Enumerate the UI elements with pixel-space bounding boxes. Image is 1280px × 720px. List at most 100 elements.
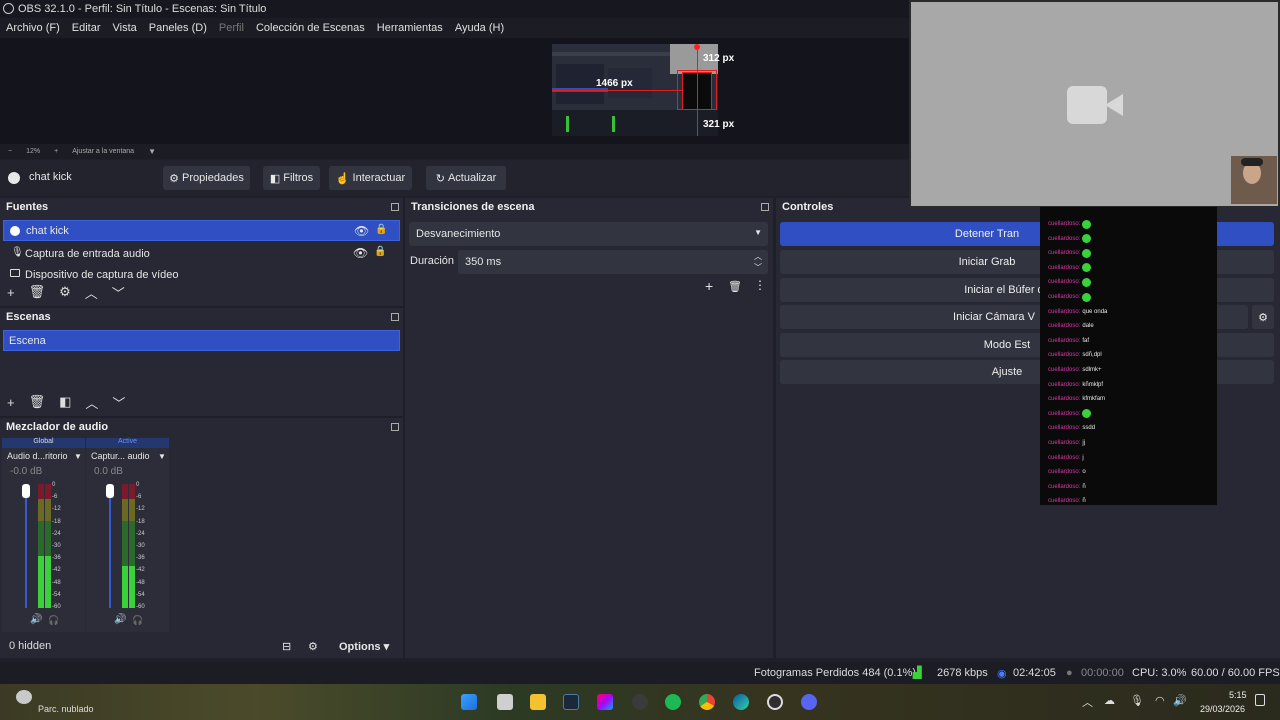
chat-username: cuellardoso: [1048,235,1081,242]
refresh-button[interactable]: ↻ Actualizar [426,166,506,190]
channel-name[interactable]: Audio d...ritorio [7,451,68,461]
zoom-out-button[interactable]: − [8,148,12,155]
add-scene-button[interactable]: + [7,395,15,410]
wifi-icon[interactable]: ◠ [1155,694,1165,707]
chevron-up-icon[interactable]: ︿ [754,251,762,262]
windows-start-icon[interactable] [461,694,477,710]
emote-icon [1082,234,1092,244]
gear-icon[interactable]: ⚙ [59,284,71,300]
spotify-icon[interactable] [665,694,681,710]
volume-slider[interactable] [109,484,111,608]
chat-username: cuellardoso: [1048,264,1081,271]
cloud-icon[interactable]: ☁ [1104,694,1115,707]
task-view-icon[interactable] [497,694,513,710]
layout-icon[interactable]: ⊟ [282,640,291,653]
resize-handle[interactable] [694,44,700,50]
chat-text: faf [1082,337,1090,344]
volume-icon[interactable]: 🔊 [1173,694,1187,707]
properties-button[interactable]: ⚙ Propiedades [163,166,250,190]
filters-button[interactable]: ◧ Filtros [263,166,320,190]
chat-text: dale [1082,323,1094,330]
copilot-icon[interactable] [597,694,613,710]
menu-perfil[interactable]: Perfil [219,22,244,34]
speaker-icon[interactable]: 🔊 [114,614,126,625]
source-item-audio-input[interactable]: 🎙 Captura de entrada audio 👁 🔒 [3,243,400,264]
volume-slider-handle[interactable] [22,484,30,498]
headphones-icon[interactable]: 🎧 [132,615,143,626]
move-up-button[interactable]: ︿ [85,393,98,412]
chevron-down-icon[interactable]: ▼ [148,147,156,156]
eye-icon[interactable]: 👁 [354,224,369,238]
chevron-down-icon[interactable]: ▼ [74,452,82,461]
source-item-chat-kick[interactable]: chat kick 👁 🔒 [3,220,400,241]
undock-icon[interactable] [391,423,399,431]
discord-icon[interactable] [801,694,817,710]
chatgpt-icon[interactable] [632,694,648,710]
weather-text[interactable]: Parc. nublado [38,704,94,714]
chat-username: cuellardoso: [1048,221,1081,227]
move-up-button[interactable]: ︿ [85,283,98,302]
undock-icon[interactable] [391,313,399,321]
volume-slider[interactable] [25,484,27,608]
chevron-down-icon[interactable]: ▼ [158,452,166,461]
undock-icon[interactable] [391,203,399,211]
add-transition-button[interactable]: + [705,278,713,294]
chat-username: cuellardoso: [1048,469,1081,476]
file-explorer-icon[interactable] [530,694,546,710]
chevron-up-icon[interactable]: ︿ [1082,694,1093,710]
interact-button[interactable]: ☝ Interactuar [329,166,412,190]
trash-icon[interactable]: 🗑 [728,280,742,293]
preview-canvas[interactable] [0,38,910,144]
chevron-down-icon[interactable]: ﹀ [754,262,762,273]
selection-box[interactable] [677,70,717,110]
edge-icon[interactable] [733,694,749,710]
lock-icon[interactable]: 🔒 [375,224,387,235]
options-button[interactable]: Options ▾ [339,640,389,653]
hidden-count: 0 hidden [9,640,52,652]
headphones-icon[interactable]: 🎧 [48,615,59,626]
obs-taskbar-icon[interactable] [767,694,783,710]
undock-icon[interactable] [761,203,769,211]
clock-date[interactable]: 29/03/2026 [1200,704,1245,714]
zoom-fit-select[interactable]: Ajustar a la ventana [72,148,134,155]
menu-paneles[interactable]: Paneles (D) [149,22,207,34]
microphone-icon[interactable]: 🎙 [1130,694,1144,707]
chrome-icon[interactable] [699,694,715,710]
move-down-button[interactable]: ﹀ [112,283,125,302]
steam-icon[interactable] [563,694,579,710]
filter-icon[interactable]: ◧ [59,394,71,410]
trash-icon[interactable]: 🗑 [29,284,46,300]
weather-icon[interactable] [16,690,32,704]
menu-ayuda[interactable]: Ayuda (H) [455,22,504,34]
more-icon[interactable]: ⋮ [754,278,766,292]
emote-icon [1082,409,1092,419]
db-tick-label: -12 [136,506,145,513]
gear-icon[interactable]: ⚙ [308,640,318,653]
menu-coleccion-escenas[interactable]: Colección de Escenas [256,22,365,34]
speaker-icon[interactable]: 🔊 [30,614,42,625]
channel-name[interactable]: Captur... audio [91,451,150,461]
clock-time[interactable]: 5:15 [1229,690,1247,700]
menu-vista[interactable]: Vista [113,22,137,34]
notification-icon[interactable] [1255,694,1265,706]
chat-username: cuellardoso: [1048,308,1081,315]
volume-slider-handle[interactable] [106,484,114,498]
transition-select[interactable]: Desvanecimiento ▼ [409,222,768,246]
menu-archivo[interactable]: Archivo (F) [6,22,60,34]
menu-editar[interactable]: Editar [72,22,101,34]
source-item-video-capture[interactable]: Dispositivo de captura de vídeo [3,266,400,280]
add-source-button[interactable]: + [7,285,15,300]
eye-icon[interactable]: 👁 [353,246,368,260]
lock-icon[interactable]: 🔒 [374,246,386,257]
microphone-icon: 🎙 [11,247,24,258]
gear-icon[interactable]: ⚙ [1252,305,1274,329]
scene-item[interactable]: Escena [3,330,400,351]
duration-spinbox[interactable]: 350 ms ︿ ﹀ [458,250,768,274]
menu-herramientas[interactable]: Herramientas [377,22,443,34]
move-down-button[interactable]: ﹀ [112,393,125,412]
chat-message: cuellardoso: [1048,233,1092,245]
context-source-name: chat kick [29,171,72,183]
zoom-in-button[interactable]: + [54,148,58,155]
chat-text: sdñ,dpl [1082,352,1102,359]
trash-icon[interactable]: 🗑 [29,394,46,410]
